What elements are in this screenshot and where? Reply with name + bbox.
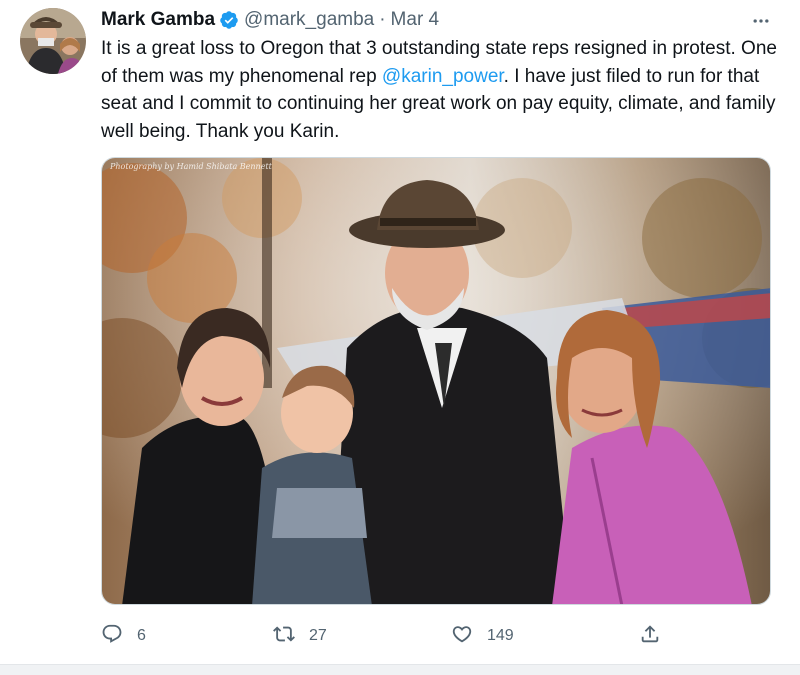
like-count: 149 [487,627,514,644]
mention-link[interactable]: @karin_power [382,66,504,87]
retweet-button[interactable]: 27 [273,620,327,652]
header-separator: · [379,9,386,30]
reply-button[interactable]: 6 [101,620,146,652]
reply-count: 6 [137,627,146,644]
like-icon [451,623,473,650]
photo-credit: Photography by Hamid Shibata Bennett [110,162,272,171]
tweet-date[interactable]: Mar 4 [391,9,440,31]
author-avatar[interactable] [20,8,86,74]
tweet-photo[interactable]: Photography by Hamid Shibata Bennett [101,157,771,605]
share-icon [639,623,661,650]
like-button[interactable]: 149 [451,620,514,652]
retweet-icon [273,623,295,650]
retweet-count: 27 [309,627,327,644]
verified-badge-icon [219,10,239,30]
author-name[interactable]: Mark Gamba [101,9,215,31]
tweet-actions: 6 27 149 [101,620,701,652]
more-options-icon[interactable] [748,8,774,34]
author-handle[interactable]: @mark_gamba [244,9,374,31]
share-button[interactable] [639,620,661,652]
tweet-text: It is a great loss to Oregon that 3 outs… [101,35,791,145]
feed-divider [0,664,800,675]
tweet-header: Mark Gamba @mark_gamba · Mar 4 [101,8,439,32]
tweet-card[interactable]: Mark Gamba @mark_gamba · Mar 4 It is a g… [0,0,800,664]
reply-icon [101,623,123,650]
